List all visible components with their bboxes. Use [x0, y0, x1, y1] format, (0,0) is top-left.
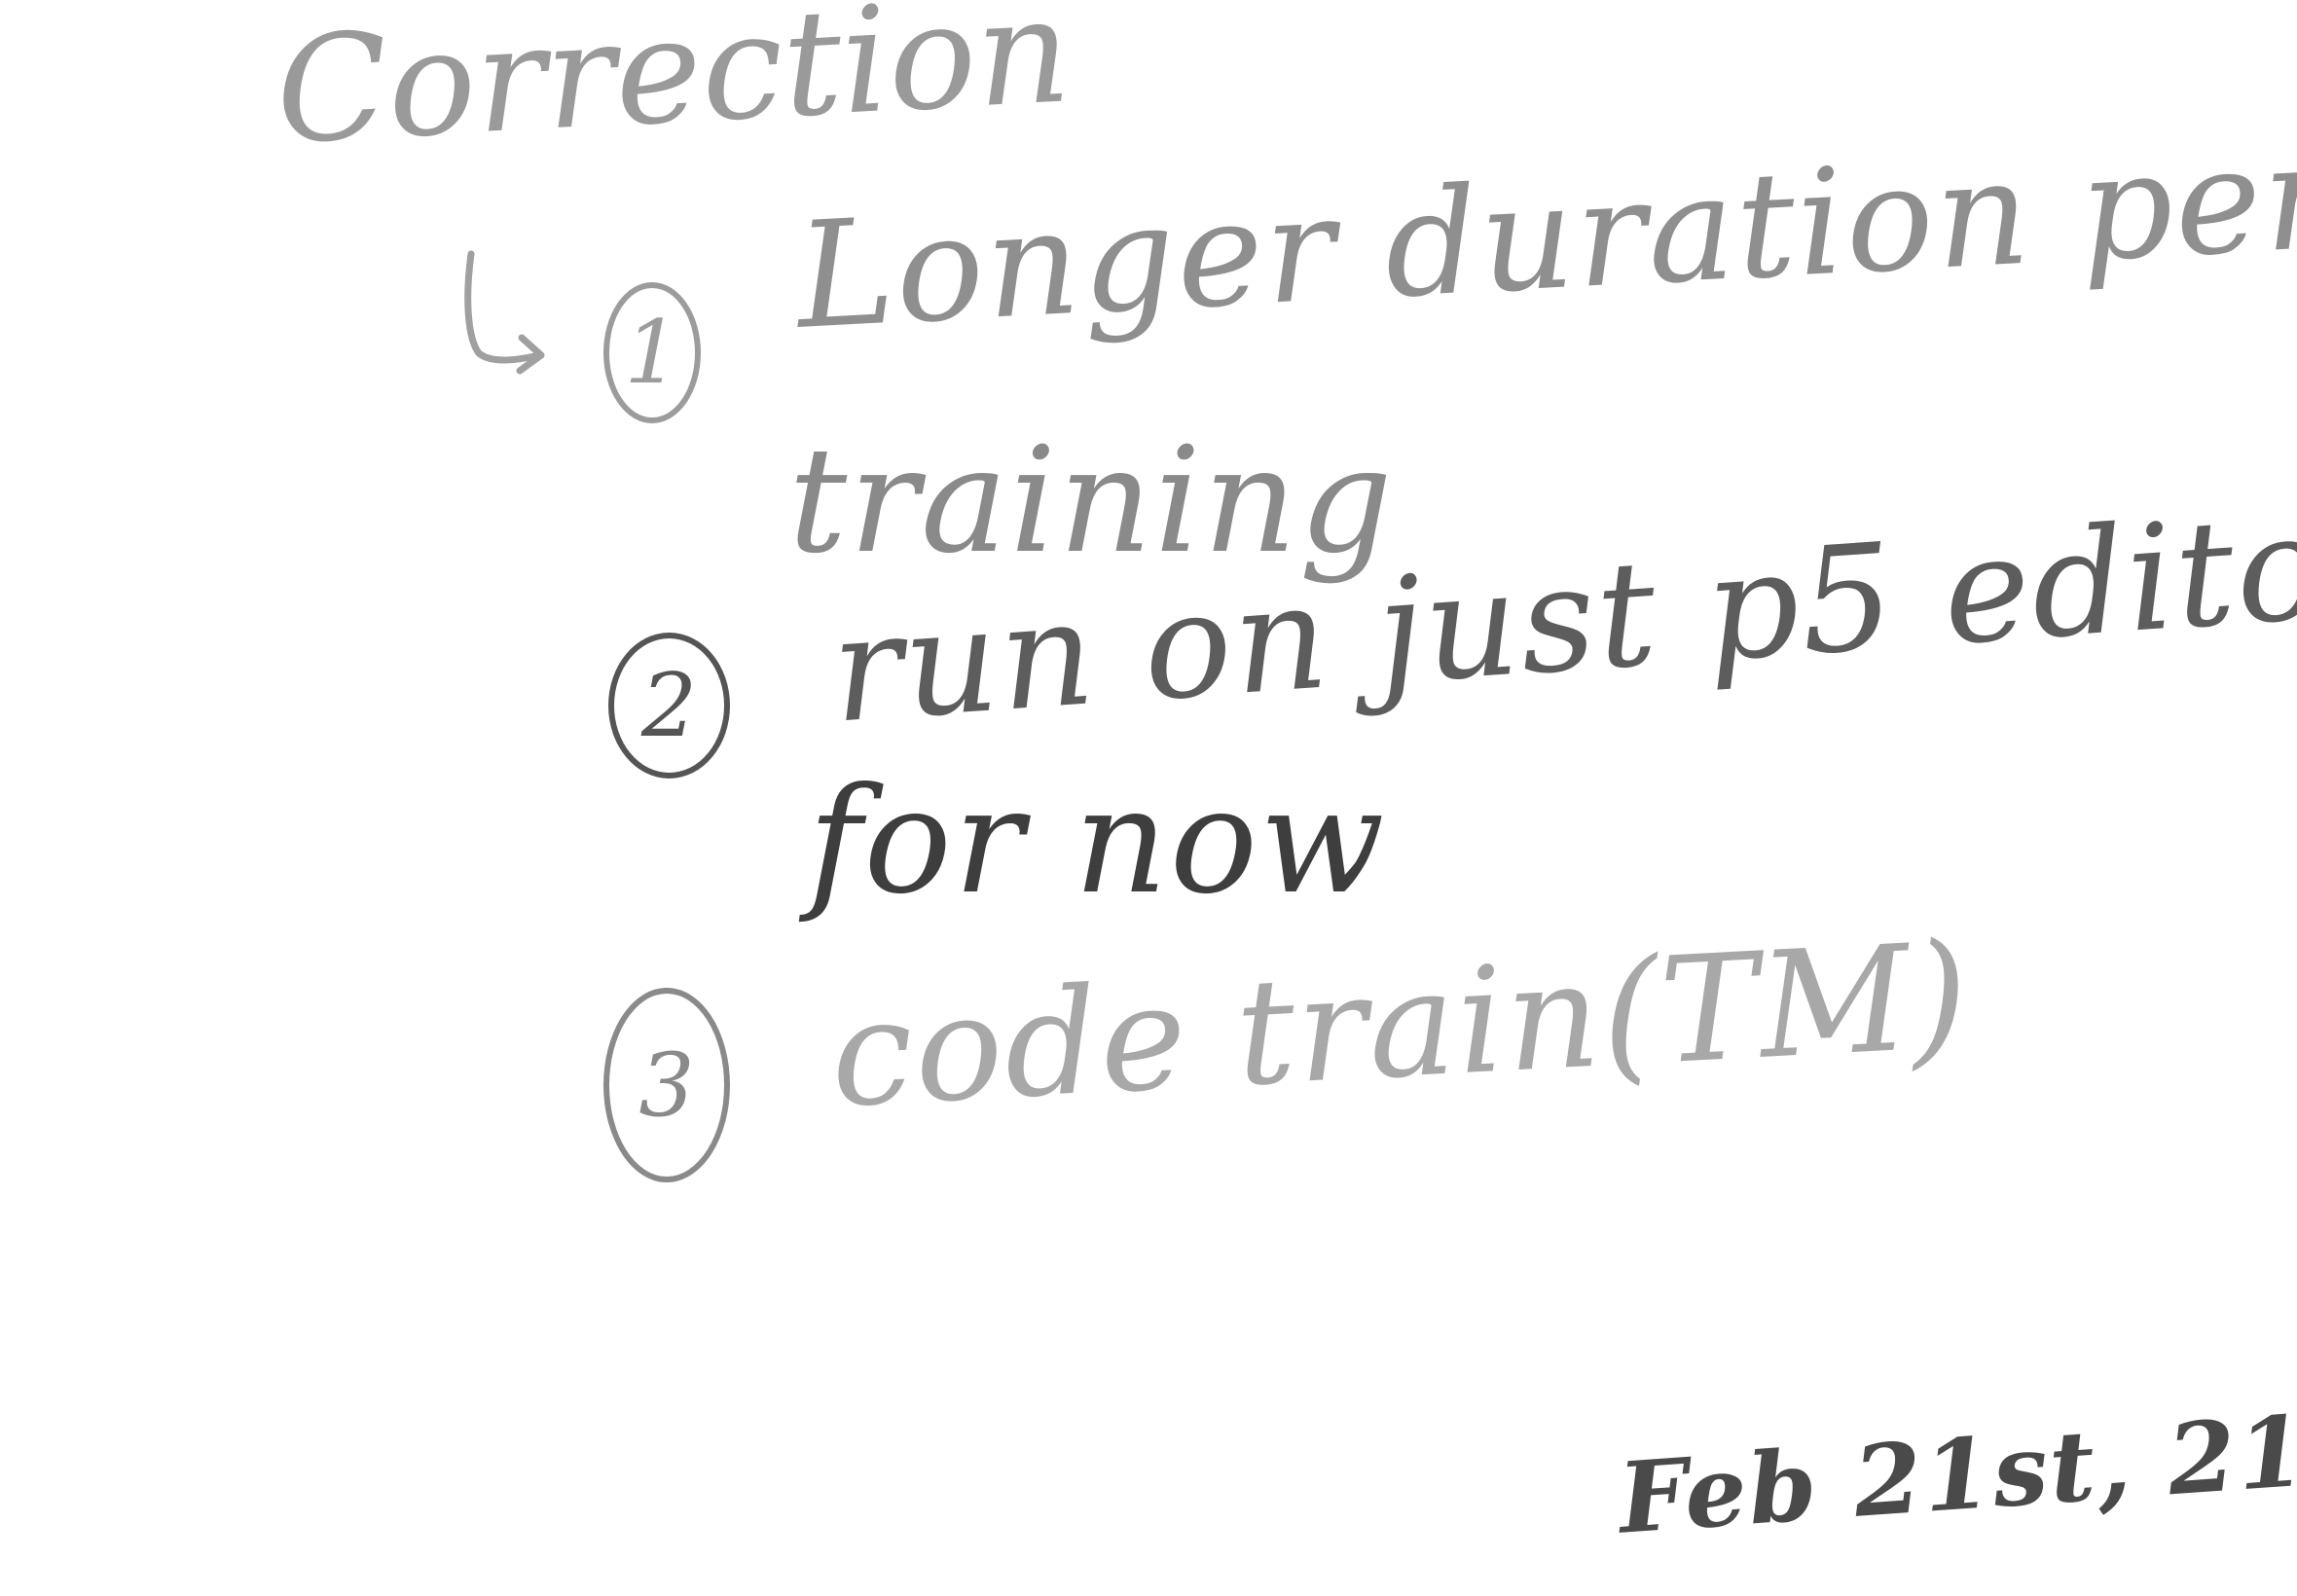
note-canvas: Correction 1 Longer duration per chords …: [0, 0, 2297, 1596]
item-number-badge: 1: [603, 282, 701, 423]
arrow-down-right-icon: [464, 250, 545, 375]
list-item-text-continued: for now: [808, 757, 1387, 926]
list-item-text: code train(TM): [826, 911, 1975, 1141]
item-number: 2: [640, 654, 698, 757]
item-number-badge: 2: [608, 633, 730, 779]
item-number-badge: 3: [603, 988, 730, 1182]
list-item-text-continued: training: [788, 417, 1395, 586]
item-number: 1: [624, 302, 680, 404]
item-number: 3: [638, 1034, 695, 1137]
note-date: Feb 21st, 21': [1615, 1391, 2297, 1556]
note-title: Correction: [272, 0, 1075, 177]
